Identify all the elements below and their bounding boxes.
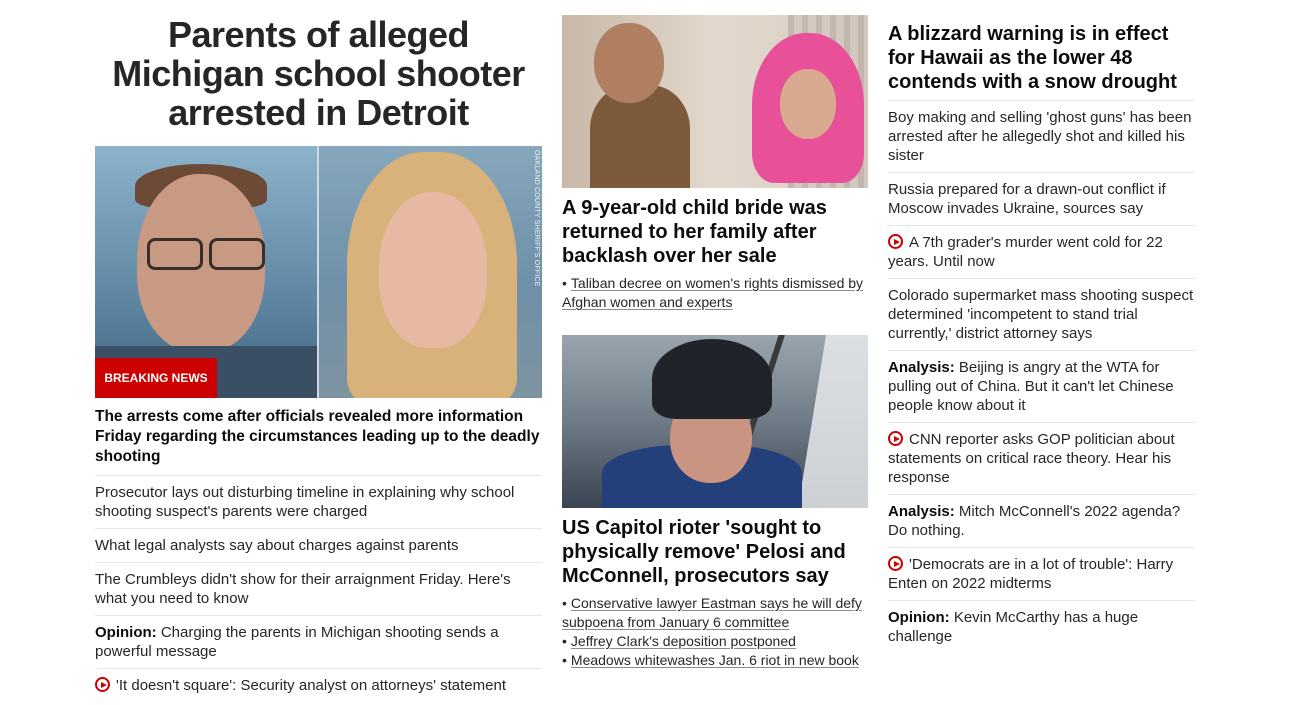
headline-item[interactable]: Prosecutor lays out disturbing timeline … (95, 476, 542, 529)
headline-item[interactable]: Opinion: Charging the parents in Michiga… (95, 616, 542, 669)
headline-item[interactable]: 'It doesn't square': Security analyst on… (95, 669, 542, 702)
related-link[interactable]: • Meadows whitewashes Jan. 6 riot in new … (562, 651, 868, 670)
headline-label: Analysis: (888, 359, 955, 376)
bullet-glyph: • (562, 595, 567, 611)
related-link-text: Taliban decree on women's rights dismiss… (562, 275, 864, 310)
photo-mother (319, 146, 542, 398)
headline-text: CNN reporter asks GOP politician about s… (888, 431, 1175, 486)
capitol-rioter-related: • Conservative lawyer Eastman says he wil… (562, 594, 868, 670)
headline-item[interactable]: A 7th grader's murder went cold for 22 y… (888, 226, 1195, 279)
related-link[interactable]: • Taliban decree on women's rights dismis… (562, 274, 868, 312)
glasses-shape (209, 238, 265, 270)
child-bride-photo[interactable] (562, 15, 868, 188)
headline-text: Prosecutor lays out disturbing timeline … (95, 484, 515, 520)
play-video-icon (95, 677, 110, 692)
headline-item[interactable]: Analysis: Mitch McConnell's 2022 agenda?… (888, 495, 1195, 548)
play-video-icon (888, 431, 903, 446)
headline-text: Boy making and selling 'ghost guns' has … (888, 109, 1192, 164)
related-link[interactable]: • Conservative lawyer Eastman says he wil… (562, 594, 868, 632)
girl-face-shape (780, 69, 836, 139)
capitol-rioter-headline[interactable]: US Capitol rioter 'sought to physically … (562, 516, 868, 588)
headline-text: What legal analysts say about charges ag… (95, 537, 459, 554)
middle-column: A 9-year-old child bride was returned to… (562, 0, 868, 670)
related-link-text: Meadows whitewashes Jan. 6 riot in new b… (570, 652, 859, 668)
headline-text: The Crumbleys didn't show for their arra… (95, 571, 511, 607)
breaking-news-badge: BREAKING NEWS (95, 358, 217, 398)
headline-item[interactable]: The Crumbleys didn't show for their arra… (95, 563, 542, 616)
headline-item[interactable]: Boy making and selling 'ghost guns' has … (888, 101, 1195, 173)
headline-item[interactable]: Colorado supermarket mass shooting suspe… (888, 279, 1195, 351)
helmet-shape (652, 339, 772, 419)
lead-photo[interactable]: OAKLAND COUNTY SHERIFF'S OFFICE BREAKING… (95, 146, 542, 398)
lead-summary[interactable]: The arrests come after officials reveale… (95, 407, 542, 476)
right-column: A blizzard warning is in effect for Hawa… (888, 0, 1195, 653)
right-headlines-list: Boy making and selling 'ghost guns' has … (888, 101, 1195, 653)
window-shape (798, 335, 868, 508)
headline-label: Analysis: (888, 503, 955, 520)
headline-item[interactable]: 'Democrats are in a lot of trouble': Har… (888, 548, 1195, 601)
child-bride-headline[interactable]: A 9-year-old child bride was returned to… (562, 196, 868, 268)
headline-text: A 7th grader's murder went cold for 22 y… (888, 234, 1163, 270)
image-credit: OAKLAND COUNTY SHERIFF'S OFFICE (533, 150, 540, 287)
headline-item[interactable]: CNN reporter asks GOP politician about s… (888, 423, 1195, 495)
lead-story: Parents of alleged Michigan school shoot… (95, 0, 542, 702)
bullet-glyph: • (562, 275, 567, 291)
girl-face-shape (594, 23, 664, 103)
headline-text: Russia prepared for a drawn-out conflict… (888, 181, 1166, 217)
headline-text: Colorado supermarket mass shooting suspe… (888, 287, 1194, 342)
capitol-rioter-photo[interactable] (562, 335, 868, 508)
headline-text: 'It doesn't square': Security analyst on… (116, 677, 506, 694)
lead-headline[interactable]: Parents of alleged Michigan school shoot… (95, 15, 542, 132)
blizzard-headline[interactable]: A blizzard warning is in effect for Hawa… (888, 22, 1195, 101)
bullet-glyph: • (562, 652, 567, 668)
headline-text: 'Democrats are in a lot of trouble': Har… (888, 556, 1174, 592)
headline-item[interactable]: Analysis: Beijing is angry at the WTA fo… (888, 351, 1195, 423)
play-video-icon (888, 556, 903, 571)
related-link-text: Conservative lawyer Eastman says he will… (562, 595, 862, 630)
related-link-text: Jeffrey Clark's deposition postponed (570, 633, 796, 649)
related-link[interactable]: • Jeffrey Clark's deposition postponed (562, 632, 868, 651)
bullet-glyph: • (562, 633, 567, 649)
headline-label: Opinion: (888, 609, 950, 626)
play-video-icon (888, 234, 903, 249)
lead-related-list: Prosecutor lays out disturbing timeline … (95, 476, 542, 702)
child-bride-related: • Taliban decree on women's rights dismis… (562, 274, 868, 312)
headline-item[interactable]: What legal analysts say about charges ag… (95, 529, 542, 563)
headline-item[interactable]: Russia prepared for a drawn-out conflict… (888, 173, 1195, 226)
headline-label: Opinion: (95, 624, 157, 641)
headline-item[interactable]: Opinion: Kevin McCarthy has a huge chall… (888, 601, 1195, 653)
face-shape (379, 192, 487, 348)
glasses-shape (147, 238, 203, 270)
